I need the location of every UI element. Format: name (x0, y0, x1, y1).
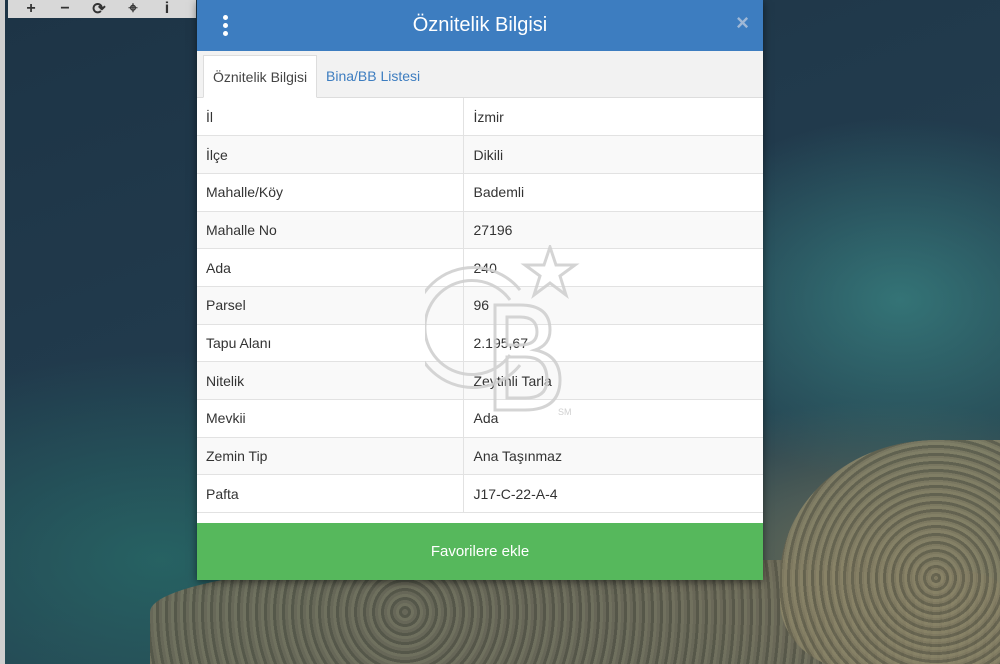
map-left-edge (0, 0, 5, 664)
modal-header: Öznitelik Bilgisi × (197, 0, 763, 51)
table-row: İlçe Dikili (197, 135, 763, 174)
table-row: Tapu Alanı 2.195,67 (197, 324, 763, 363)
attribute-value: Ada (463, 399, 763, 438)
map-land-area-east (780, 440, 1000, 664)
table-row: Mahalle/Köy Bademli (197, 173, 763, 212)
attribute-key: Parsel (197, 286, 464, 325)
tab-bar: Öznitelik Bilgisi Bina/BB Listesi (197, 51, 763, 98)
close-icon[interactable]: × (736, 10, 749, 36)
attribute-key: Mahalle/Köy (197, 173, 464, 212)
attribute-key: Ada (197, 248, 464, 287)
attribute-value: 240 (463, 248, 763, 287)
attribute-value: 2.195,67 (463, 324, 763, 363)
attribute-key: Mevkii (197, 399, 464, 438)
attribute-key: Zemin Tip (197, 437, 464, 476)
table-row: Pafta J17-C-22-A-4 (197, 474, 763, 514)
table-row: Zemin Tip Ana Taşınmaz (197, 437, 763, 476)
table-row: Mevkii Ada (197, 399, 763, 438)
map-toolbar: + − ⟳ ⌖ i (8, 0, 196, 18)
modal-title: Öznitelik Bilgisi (412, 14, 548, 36)
attribute-value: Ana Taşınmaz (463, 437, 763, 476)
attribute-key: İl (197, 98, 464, 137)
attribute-value: İzmir (463, 98, 763, 137)
tab-attribute-info[interactable]: Öznitelik Bilgisi (203, 55, 318, 98)
table-row: Nitelik Zeytinli Tarla (197, 361, 763, 400)
attribute-value: 27196 (463, 211, 763, 250)
attribute-modal: Öznitelik Bilgisi × Öznitelik Bilgisi Bi… (197, 0, 763, 580)
attribute-value: J17-C-22-A-4 (463, 474, 763, 514)
attribute-value: 96 (463, 286, 763, 325)
attribute-key: Mahalle No (197, 211, 464, 250)
table-row: Ada 240 (197, 248, 763, 287)
kebab-menu-icon[interactable] (215, 12, 235, 38)
attribute-table: İl İzmir İlçe Dikili Mahalle/Köy Bademli Mahal… (197, 98, 763, 514)
locate-icon[interactable]: ⌖ (116, 0, 150, 18)
table-row: Parsel 96 (197, 286, 763, 325)
attribute-key: Pafta (197, 474, 464, 514)
minus-icon[interactable]: − (48, 0, 82, 18)
table-row: İl İzmir (197, 98, 763, 137)
attribute-key: Nitelik (197, 361, 464, 400)
tab-building-list[interactable]: Bina/BB Listesi (317, 55, 429, 97)
plus-icon[interactable]: + (14, 0, 48, 18)
add-favorite-button[interactable]: Favorilere ekle (197, 523, 763, 580)
table-row: Mahalle No 27196 (197, 211, 763, 250)
refresh-icon[interactable]: ⟳ (82, 0, 116, 18)
attribute-value: Bademli (463, 173, 763, 212)
info-icon[interactable]: i (150, 0, 184, 18)
attribute-value: Dikili (463, 135, 763, 174)
attribute-key: Tapu Alanı (197, 324, 464, 363)
attribute-value: Zeytinli Tarla (463, 361, 763, 400)
attribute-key: İlçe (197, 135, 464, 174)
